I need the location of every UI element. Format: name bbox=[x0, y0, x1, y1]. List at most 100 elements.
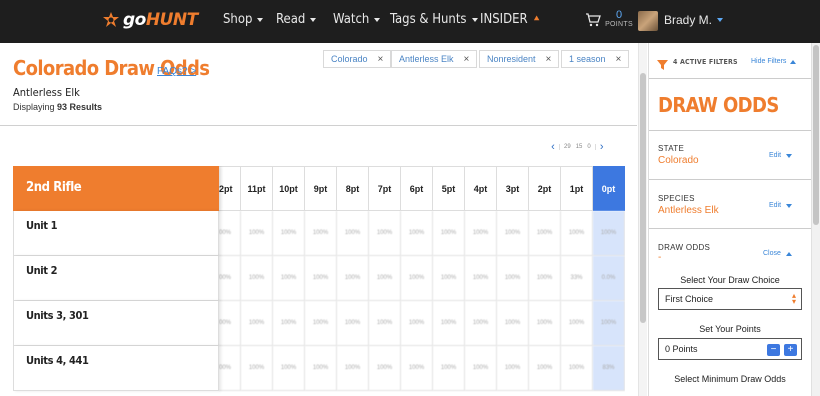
faqs-link[interactable]: FAQs? > bbox=[157, 66, 196, 77]
avatar[interactable] bbox=[638, 11, 658, 31]
min-odds-caption: Select Minimum Draw Odds bbox=[674, 374, 786, 384]
odds-cell: 100% bbox=[273, 346, 305, 391]
odds-cell: 100% bbox=[497, 346, 529, 391]
points-column-header[interactable]: 4pt bbox=[465, 166, 497, 211]
decrement-button[interactable]: − bbox=[767, 344, 780, 356]
odds-cell: 00% bbox=[219, 211, 241, 256]
nav-shop[interactable]: Shop bbox=[223, 12, 264, 27]
table-row: 00% 100% 100% 100% 100% 100% 100% 100% 100% 100% 1… bbox=[219, 256, 625, 301]
filter-panel: 4 ACTIVE FILTERS Hide Filters DRAW ODDS … bbox=[648, 43, 820, 396]
close-draw-odds-link[interactable]: Close bbox=[763, 250, 792, 257]
points-column-header[interactable]: 10pt bbox=[273, 166, 305, 211]
odds-cell: 100% bbox=[433, 256, 465, 301]
odds-cell: 100% bbox=[273, 256, 305, 301]
points-stepper: 0 Points − + bbox=[658, 338, 802, 360]
odds-cell: 100% bbox=[369, 211, 401, 256]
hide-filters-link[interactable]: Hide Filters bbox=[751, 58, 797, 65]
points-column-header[interactable]: 0pt bbox=[593, 166, 625, 211]
chevron-down-icon bbox=[717, 18, 724, 22]
draw-odds-label: DRAW ODDS bbox=[658, 243, 711, 252]
points-counter[interactable]: 0 POINTS bbox=[605, 9, 633, 29]
odds-cell: 33% bbox=[561, 256, 593, 301]
close-icon[interactable]: × bbox=[378, 54, 384, 65]
odds-cell: 100% bbox=[497, 301, 529, 346]
points-header-row: 2pt 11pt 10pt 9pt 8pt 7pt 6pt 5pt 4pt 3pt 2pt 1pt 0p… bbox=[219, 166, 625, 211]
chevron-down-icon bbox=[786, 203, 793, 208]
odds-cell: 100% bbox=[497, 256, 529, 301]
odds-cell: 100% bbox=[497, 211, 529, 256]
divider bbox=[649, 228, 811, 229]
nav-insider[interactable]: INSIDER ⯅ bbox=[480, 12, 541, 27]
odds-cell: 100% bbox=[241, 211, 273, 256]
odds-cell: 100% bbox=[337, 301, 369, 346]
filter-chip-season: 1 season × bbox=[561, 50, 630, 68]
nav-read[interactable]: Read bbox=[276, 12, 317, 27]
scroll-thumb[interactable] bbox=[640, 73, 646, 323]
edit-species-link[interactable]: Edit bbox=[769, 202, 793, 209]
species-subtitle: Antlerless Elk bbox=[13, 86, 80, 99]
points-caption: Set Your Points bbox=[699, 324, 761, 334]
chevron-down-icon bbox=[786, 153, 793, 158]
gohunt-logo[interactable]: goHUNT bbox=[101, 9, 198, 31]
main-scrollbar[interactable] bbox=[638, 43, 647, 396]
active-filters-count: 4 ACTIVE FILTERS bbox=[673, 58, 738, 66]
odds-cell: 100% bbox=[273, 301, 305, 346]
points-column-header[interactable]: 6pt bbox=[401, 166, 433, 211]
points-column-header[interactable]: 3pt bbox=[497, 166, 529, 211]
points-column-header[interactable]: 1pt bbox=[561, 166, 593, 211]
odds-cell: 100% bbox=[561, 211, 593, 256]
edit-state-link[interactable]: Edit bbox=[769, 152, 793, 159]
odds-cell: 100% bbox=[529, 346, 561, 391]
odds-cell: 100% bbox=[305, 346, 337, 391]
odds-cell: 0.0% bbox=[593, 256, 625, 301]
odds-cell: 100% bbox=[401, 256, 433, 301]
points-input[interactable]: 0 Points bbox=[665, 344, 698, 354]
odds-cell: 100% bbox=[273, 211, 305, 256]
odds-cell: 00% bbox=[219, 256, 241, 301]
logo-text-hunt: HUNT bbox=[145, 10, 198, 30]
odds-cell: 100% bbox=[465, 211, 497, 256]
state-value: Colorado bbox=[658, 155, 699, 166]
odds-cell: 100% bbox=[433, 211, 465, 256]
points-column-header[interactable]: 5pt bbox=[433, 166, 465, 211]
close-icon[interactable]: × bbox=[616, 54, 622, 65]
points-column-header[interactable]: 8pt bbox=[337, 166, 369, 211]
points-column-header[interactable]: 7pt bbox=[369, 166, 401, 211]
cart-icon[interactable] bbox=[585, 13, 601, 27]
increment-button[interactable]: + bbox=[784, 344, 797, 356]
table-row-unit[interactable]: Units 3, 301 bbox=[13, 301, 219, 346]
scroll-thumb[interactable] bbox=[813, 45, 819, 225]
panel-scrollbar[interactable] bbox=[811, 43, 820, 396]
close-icon[interactable]: × bbox=[464, 54, 470, 65]
select-arrows-icon: ▴ ▾ bbox=[791, 291, 796, 306]
nav-tags-hunts[interactable]: Tags & Hunts bbox=[390, 12, 478, 27]
points-column-header[interactable]: 9pt bbox=[305, 166, 337, 211]
chevron-right-icon[interactable]: › bbox=[596, 141, 608, 153]
divider bbox=[0, 125, 637, 126]
draw-odds-value: - bbox=[658, 252, 662, 263]
chevron-down-icon bbox=[374, 17, 381, 22]
draw-choice-select[interactable]: First Choice ▴ ▾ bbox=[658, 288, 802, 310]
close-icon[interactable]: × bbox=[546, 54, 552, 65]
points-column-header[interactable]: 11pt bbox=[241, 166, 273, 211]
chevron-left-icon[interactable]: ‹ bbox=[547, 141, 559, 153]
points-value: 0 bbox=[615, 9, 623, 21]
chevron-up-icon bbox=[790, 59, 797, 64]
table-row-unit[interactable]: Unit 2 bbox=[13, 256, 219, 301]
odds-cell: 100% bbox=[561, 346, 593, 391]
filter-icon bbox=[657, 57, 668, 70]
nav-watch[interactable]: Watch bbox=[333, 12, 381, 27]
points-body: 00% 100% 100% 100% 100% 100% 100% 100% 100% 100% 1… bbox=[219, 211, 625, 391]
odds-cell: 83% bbox=[593, 346, 625, 391]
odds-cell: 100% bbox=[401, 211, 433, 256]
table-row-unit[interactable]: Unit 1 bbox=[13, 211, 219, 256]
table-row-unit[interactable]: Units 4, 441 bbox=[13, 346, 219, 391]
species-label: SPECIES bbox=[658, 194, 695, 203]
odds-cell: 100% bbox=[241, 256, 273, 301]
user-menu[interactable]: Brady M. bbox=[664, 13, 724, 27]
odds-cell: 100% bbox=[241, 346, 273, 391]
odds-cell: 100% bbox=[337, 346, 369, 391]
odds-cell: 00% bbox=[219, 346, 241, 391]
points-column-header[interactable]: 2pt bbox=[529, 166, 561, 211]
points-column-header[interactable]: 2pt bbox=[219, 166, 241, 211]
